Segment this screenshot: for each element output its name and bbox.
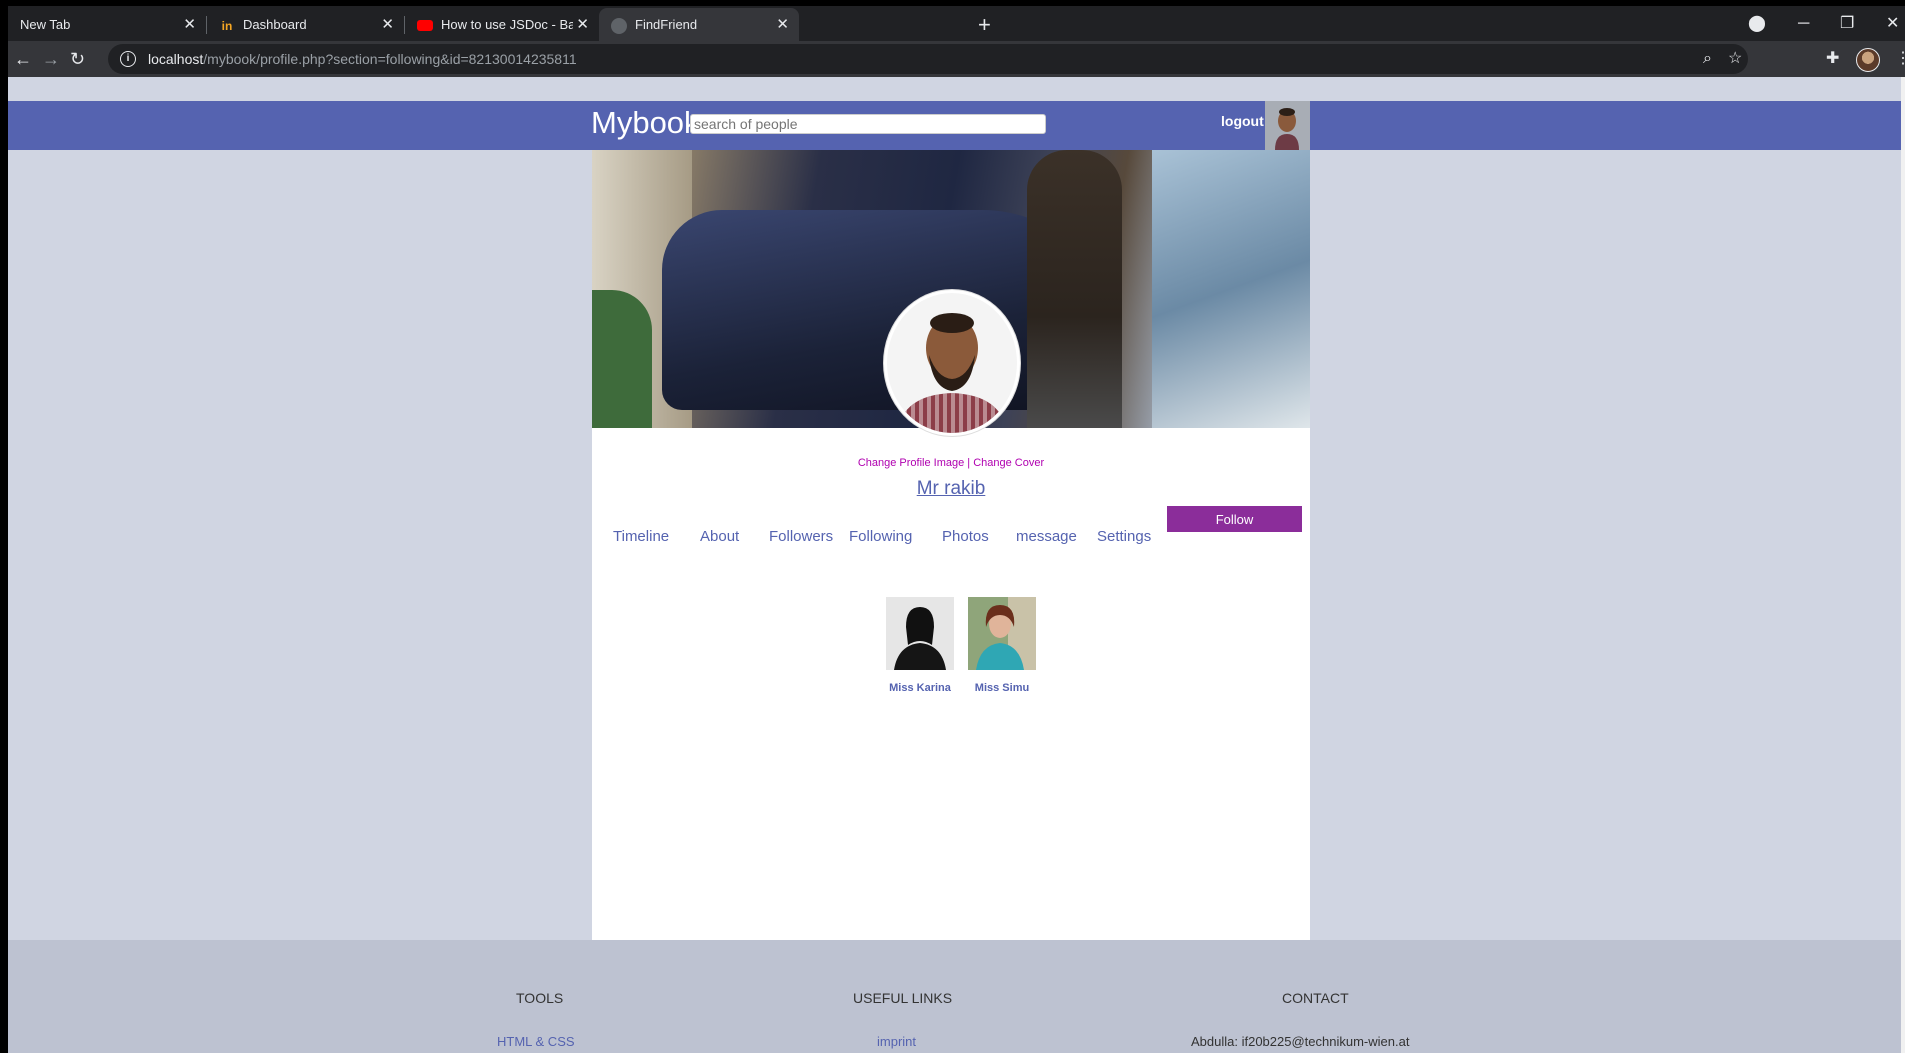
tab-following[interactable]: Following [849,528,912,545]
tab-new-tab[interactable]: New Tab ✕ [8,8,207,41]
tab-search-icon[interactable]: ⬤ [1748,6,1766,41]
url-host: localhost [148,51,204,67]
footer-contact-text: Abdulla: if20b225@technikum-wien.at [1191,1034,1410,1049]
close-icon[interactable]: ✕ [776,8,789,41]
link-separator: | [967,457,971,469]
url-path: /mybook/profile.php?section=following&id… [203,51,577,67]
friend-photo[interactable] [968,597,1036,670]
friend-card[interactable]: Miss Karina [886,597,954,694]
tab-jsdoc[interactable]: How to use JSDoc - Basics & Intr ✕ [405,8,599,41]
browser-window: New Tab ✕ in Dashboard ✕ How to use JSDoc… [8,6,1905,1053]
url-text: localhost/mybook/profile.php?section=fol… [148,44,577,74]
browser-profile-avatar[interactable] [1856,48,1880,72]
site-brand[interactable]: Mybook [591,105,700,141]
tab-settings[interactable]: Settings [1097,528,1151,545]
friend-card[interactable]: Miss Simu [968,597,1036,694]
change-profile-image-link[interactable]: Change Profile Image [858,457,964,469]
footer-imprint-link[interactable]: imprint [877,1034,916,1049]
footer-tools-link[interactable]: HTML & CSS [497,1034,575,1049]
friend-name[interactable]: Miss Karina [886,682,954,694]
logout-link[interactable]: logout [1221,113,1264,129]
change-image-links: Change Profile Image | Change Cover [592,457,1310,469]
tab-title: Dashboard [243,17,307,32]
tab-title: How to use JSDoc - Basics & Intr [441,17,573,32]
footer-tools-heading: TOOLS [516,990,564,1006]
reload-icon[interactable]: ↻ [70,41,85,77]
tab-about[interactable]: About [700,528,739,545]
page-scrollbar[interactable] [1901,77,1905,1053]
change-cover-link[interactable]: Change Cover [973,457,1044,469]
page-viewport: Mybook logout [8,77,1905,1053]
profile-name[interactable]: Mr rakib [592,478,1310,500]
bookmark-star-icon[interactable]: ☆ [1728,41,1742,77]
zoom-icon[interactable]: ⌕ [1703,41,1712,77]
close-icon[interactable]: ✕ [381,8,394,41]
site-footer: TOOLS USEFUL LINKS CONTACT HTML & CSS im… [8,940,1901,1053]
youtube-icon [417,20,433,32]
info-icon[interactable]: i [120,51,136,67]
back-icon[interactable]: ← [14,41,32,77]
tab-findfriend[interactable]: FindFriend ✕ [599,8,799,41]
extensions-icon[interactable]: ✚ [1826,41,1839,77]
address-bar[interactable]: i localhost/mybook/profile.php?section=f… [108,44,1748,74]
new-tab-button[interactable]: + [978,8,991,41]
header-avatar[interactable] [1265,101,1310,150]
tab-title: New Tab [20,17,71,32]
friend-name[interactable]: Miss Simu [968,682,1036,694]
tab-title: FindFriend [635,17,698,32]
footer-contact-heading: CONTACT [1282,990,1349,1006]
close-icon[interactable]: ✕ [576,8,589,41]
profile-picture[interactable] [884,290,1020,436]
cover-sleeve [592,290,652,428]
globe-icon [611,17,627,34]
menu-dots-icon[interactable]: ⋮ [1895,41,1905,77]
tab-message[interactable]: message [1016,528,1077,545]
tab-photos[interactable]: Photos [942,528,989,545]
footer-links-heading: USEFUL LINKS [853,990,953,1006]
cover-screen [1152,150,1310,428]
minimize-button[interactable]: ─ [1798,6,1809,41]
tab-timeline[interactable]: Timeline [613,528,669,545]
friend-photo[interactable] [886,597,954,670]
tab-dashboard[interactable]: in Dashboard ✕ [207,8,405,41]
forward-icon[interactable]: → [42,41,60,77]
tab-followers[interactable]: Followers [769,528,833,545]
browser-toolbar: ← → ↻ i localhost/mybook/profile.php?sec… [8,41,1905,77]
site-header: Mybook logout [8,101,1901,150]
restore-button[interactable]: ❐ [1840,6,1854,41]
close-icon[interactable]: ✕ [183,8,196,41]
profile-content: Change Profile Image | Change Cover Mr r… [592,150,1310,940]
follow-button[interactable]: Follow [1167,506,1302,532]
close-window-button[interactable]: ✕ [1886,6,1899,41]
cover-person [1027,150,1122,428]
people-search-input[interactable] [690,114,1046,134]
invision-icon: in [219,17,235,34]
tab-strip: New Tab ✕ in Dashboard ✕ How to use JSDoc… [8,6,1905,41]
